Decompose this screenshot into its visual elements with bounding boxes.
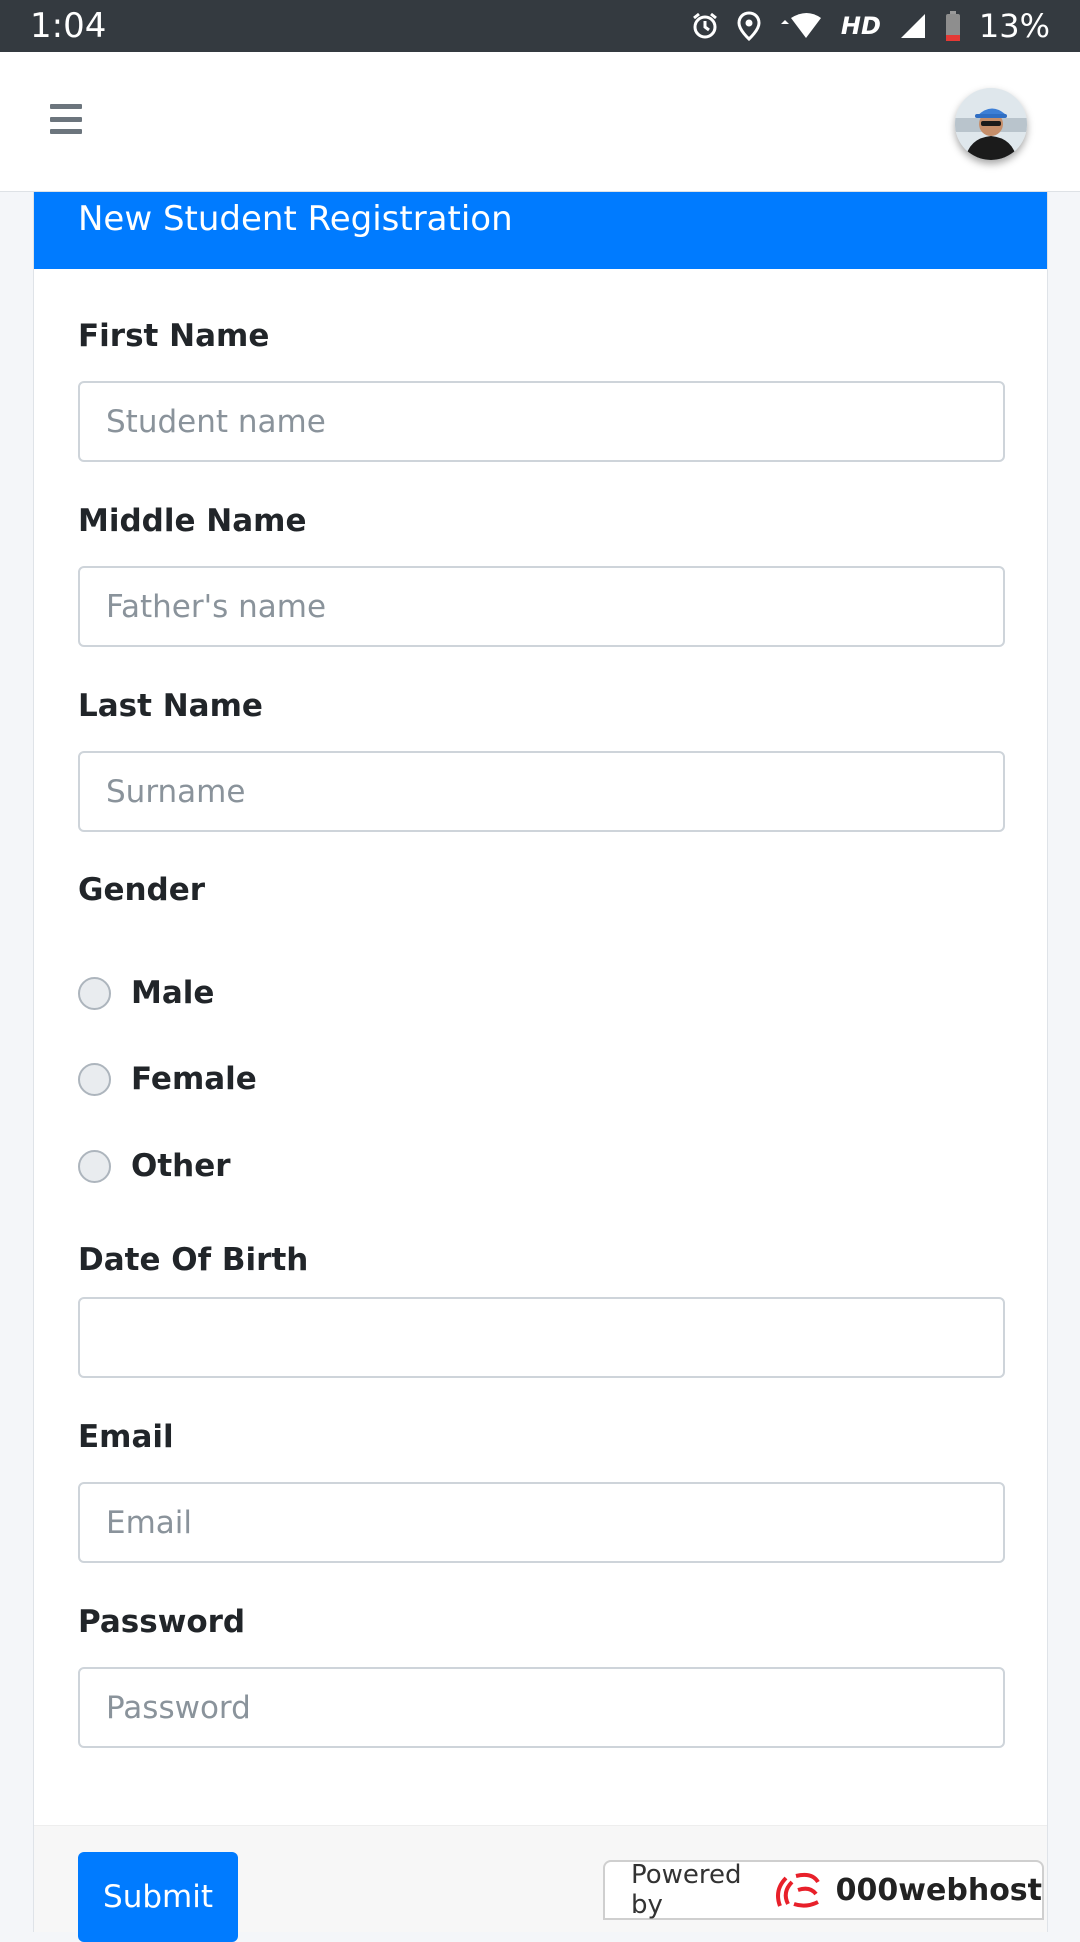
first-name-input[interactable] [78,381,1005,462]
last-name-input[interactable] [78,751,1005,832]
card-title: New Student Registration [34,192,1047,269]
powered-by-badge[interactable]: Powered by 000webhost [603,1860,1044,1920]
submit-button[interactable]: Submit [78,1852,238,1942]
gender-option-male[interactable]: Male [78,975,214,1011]
radio-button-female[interactable] [78,1062,111,1096]
first-name-label: First Name [78,318,270,354]
battery-percent: 13% [978,7,1050,45]
dob-input[interactable] [78,1297,1005,1378]
middle-name-input[interactable] [78,566,1005,647]
email-label: Email [78,1419,174,1455]
status-time: 1:04 [30,6,107,46]
powered-by-text: Powered by [631,1860,742,1920]
status-bar: 1:04 HD 13% [0,0,1080,52]
location-icon [737,11,761,41]
radio-button-male[interactable] [78,976,111,1010]
alarm-icon [691,12,719,40]
dob-label: Date Of Birth [78,1242,309,1278]
battery-icon [945,11,961,41]
hamburger-icon[interactable] [50,104,82,134]
email-input[interactable] [78,1482,1005,1563]
app-header [0,52,1080,192]
avatar[interactable] [955,88,1027,160]
registration-card: New Student Registration First Name Midd… [33,192,1048,1942]
gender-label: Gender [78,872,206,908]
password-input[interactable] [78,1667,1005,1748]
gender-option-label: Female [131,1061,257,1097]
password-label: Password [78,1604,246,1640]
gender-option-label: Male [131,975,215,1011]
gender-option-other[interactable]: Other [78,1148,231,1184]
gender-option-female[interactable]: Female [78,1061,257,1097]
status-icons: HD 13% [691,7,1050,45]
webhost-logo-icon [772,1870,822,1910]
signal-icon [899,12,927,40]
brand-name: 000webhost [835,1872,1042,1908]
gender-option-label: Other [131,1148,231,1184]
network-type: HD [840,12,881,40]
middle-name-label: Middle Name [78,503,307,539]
radio-button-other[interactable] [78,1149,111,1183]
wifi-icon [779,12,823,40]
last-name-label: Last Name [78,688,263,724]
